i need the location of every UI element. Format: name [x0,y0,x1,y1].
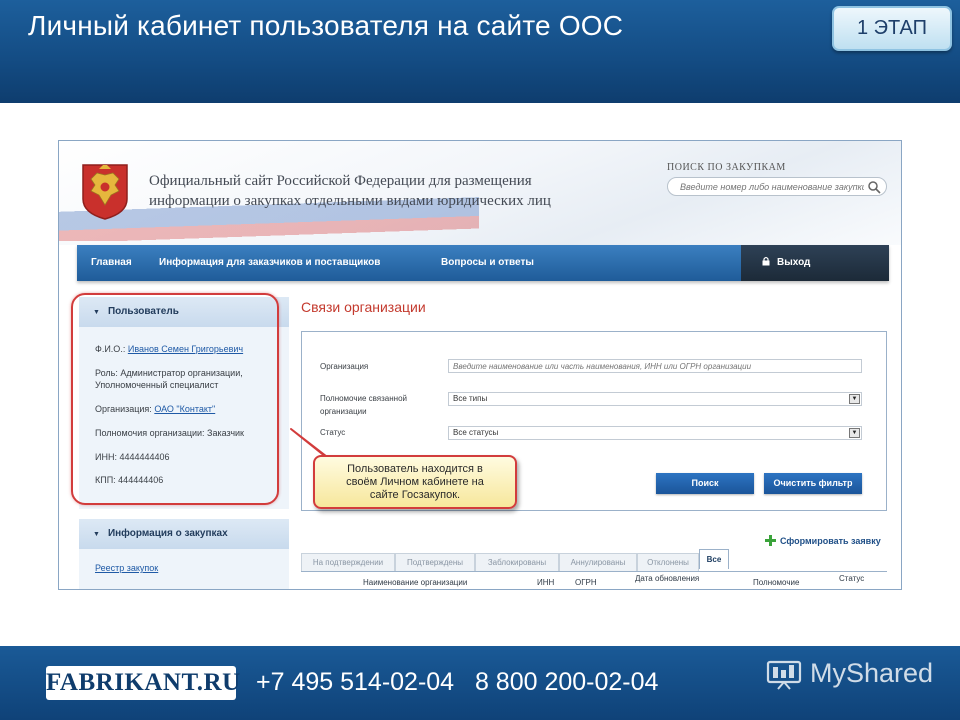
tab-pending[interactable]: На подтверждении [301,553,395,571]
nav-item-info[interactable]: Информация для заказчиков и поставщиков [159,245,380,281]
caret-down-icon: ▼ [93,531,100,538]
tab-all[interactable]: Все [699,549,729,569]
tab-annulled[interactable]: Аннулированы [559,553,637,571]
main-nav: Главная Информация для заказчиков и пост… [77,245,889,281]
site-header: Официальный сайт Российской Федерации дл… [59,141,901,245]
table-header: Наименование организации ИНН ОГРН Дата о… [301,571,887,589]
lock-icon [762,256,770,266]
clear-filter-button[interactable]: Очистить фильтр [764,473,862,494]
status-tabs: На подтверждении Подтверждены Заблокиров… [301,549,887,571]
info-panel-header[interactable]: ▼ Информация о закупках [79,519,289,549]
column-header-name[interactable]: Наименование организации [363,578,467,587]
search-label: ПОИСК ПО ЗАКУПКАМ [667,162,786,173]
status-filter-label: Статус [320,428,346,437]
slide-title: Личный кабинет пользователя на сайте ООС [28,10,624,41]
column-header-authority[interactable]: Полномочие [753,578,799,587]
tab-blocked[interactable]: Заблокированы [475,553,559,571]
phone-1: +7 495 514-02-04 [256,668,455,696]
plus-icon [765,535,776,546]
select-arrow-icon[interactable]: ▼ [849,394,860,404]
search-button[interactable]: Поиск [656,473,754,494]
nav-item-faq[interactable]: Вопросы и ответы [441,245,534,281]
top-banner: Личный кабинет пользователя на сайте ООС… [0,0,960,103]
authority-select[interactable]: Все типы ▼ [448,392,862,406]
stage-button[interactable]: 1 ЭТАП [832,6,952,51]
highlight-ring [71,293,279,505]
callout-line-3: сайте Госзакупок. [369,489,461,501]
tab-confirmed[interactable]: Подтверждены [395,553,475,571]
status-select[interactable]: Все статусы ▼ [448,426,862,440]
site-screenshot: Официальный сайт Российской Федерации дл… [58,140,902,590]
authority-filter-label-2: организации [320,407,367,416]
myshared-logo-icon [766,660,802,690]
section-title: Связи организации [301,299,426,315]
slide: Личный кабинет пользователя на сайте ООС… [0,0,960,720]
watermark-text: MyShared [810,658,934,688]
phone-2: 8 800 200-02-04 [474,668,659,696]
column-header-ogrn[interactable]: ОГРН [575,578,597,587]
site-title: Официальный сайт Российской Федерации дл… [149,171,629,211]
site-title-line-1: Официальный сайт Российской Федерации дл… [149,173,532,189]
column-header-status[interactable]: Статус [839,574,864,583]
column-header-updated[interactable]: Дата обновления [635,574,699,583]
select-arrow-icon[interactable]: ▼ [849,428,860,438]
authority-filter-label: Полномочие связанной организации [320,392,407,418]
exit-button[interactable]: Выход [741,245,889,281]
brand-logo: FABRIKANT.RU [46,666,240,700]
info-panel: ▼ Информация о закупках Реестр закупок [79,519,289,589]
coat-of-arms-icon [82,164,128,220]
info-panel-title: Информация о закупках [107,528,228,539]
nav-item-home[interactable]: Главная [91,245,132,281]
exit-label: Выход [777,257,811,268]
org-filter-input[interactable] [448,359,862,373]
authority-filter-label-1: Полномочие связанной [320,394,408,403]
tab-rejected[interactable]: Отклонены [637,553,699,571]
callout-note: Пользователь находится в своём Личном ка… [313,455,517,509]
column-header-inn[interactable]: ИНН [537,578,554,587]
form-request-label: Сформировать заявку [780,536,881,546]
org-filter-label: Организация [320,362,369,371]
search-icon[interactable] [867,180,881,194]
callout-line-1: Пользователь находится в [347,463,483,475]
status-select-value: Все статусы [453,428,499,437]
registry-link[interactable]: Реестр закупок [95,563,158,573]
authority-select-value: Все типы [453,394,488,403]
site-title-line-2: информации о закупках отдельными видами … [149,193,551,209]
callout-line-2: своём Личном кабинете на [346,476,484,488]
search-input[interactable] [667,177,887,196]
phone-numbers: +7 495 514-02-04 8 800 200-02-04 [256,668,658,697]
form-request-button[interactable]: Сформировать заявку [765,535,881,546]
